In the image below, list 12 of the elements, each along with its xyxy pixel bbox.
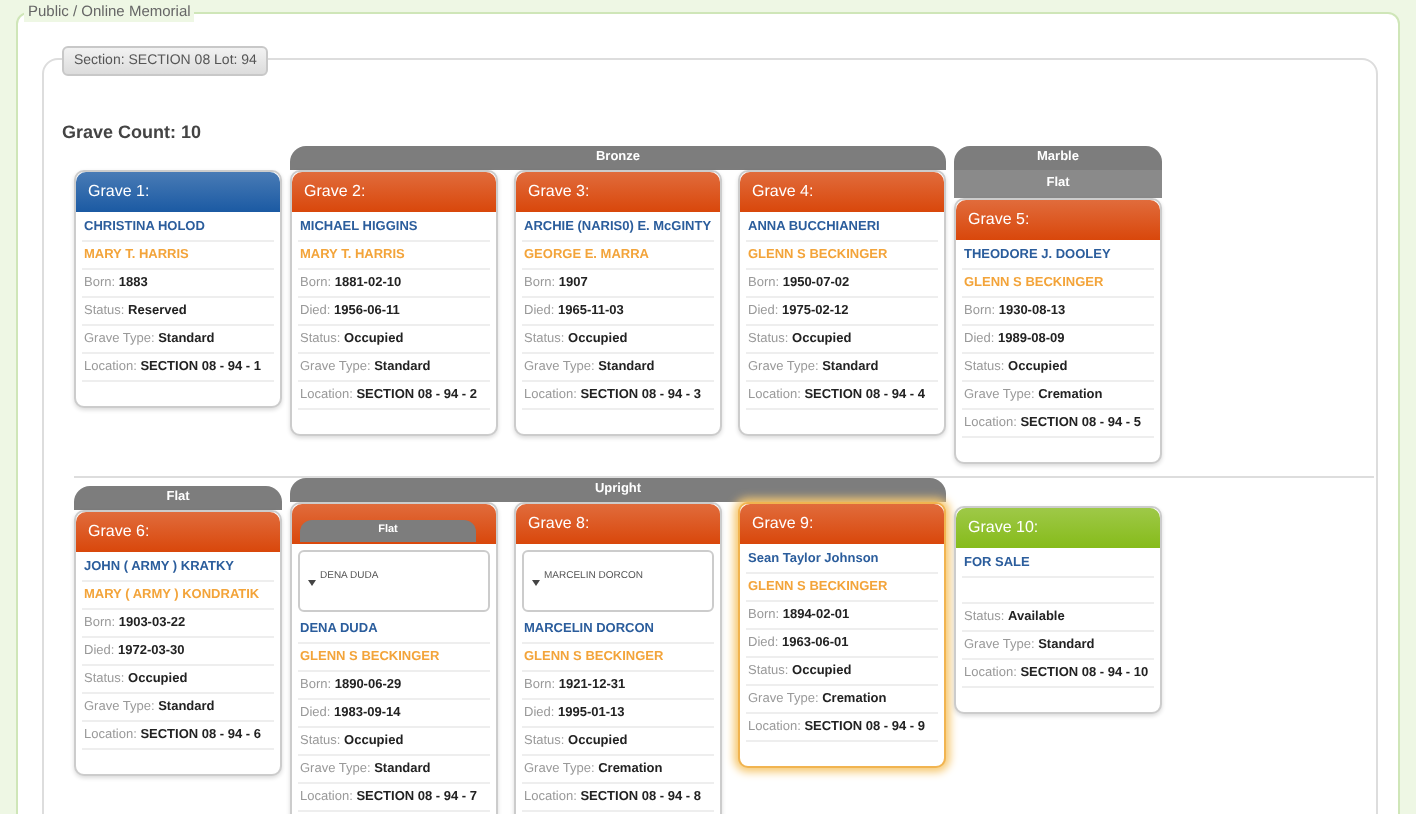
grave-count: Grave Count: 10 — [62, 120, 202, 146]
grave-title: Grave 1: — [76, 172, 280, 212]
grave-title: Grave 4: — [740, 172, 944, 212]
caret-icon — [532, 579, 540, 585]
grave-title: Grave 3: — [516, 172, 720, 212]
caret-icon — [308, 579, 316, 585]
grave-title: Grave 2: — [292, 172, 496, 212]
grave-title: Grave 5: — [956, 200, 1160, 240]
grave-title: Grave 8: — [516, 504, 720, 544]
grave-title: Grave 10: — [956, 508, 1160, 548]
grave-title: Grave 9: — [740, 504, 944, 544]
grave-title: Grave 6: — [76, 512, 280, 552]
